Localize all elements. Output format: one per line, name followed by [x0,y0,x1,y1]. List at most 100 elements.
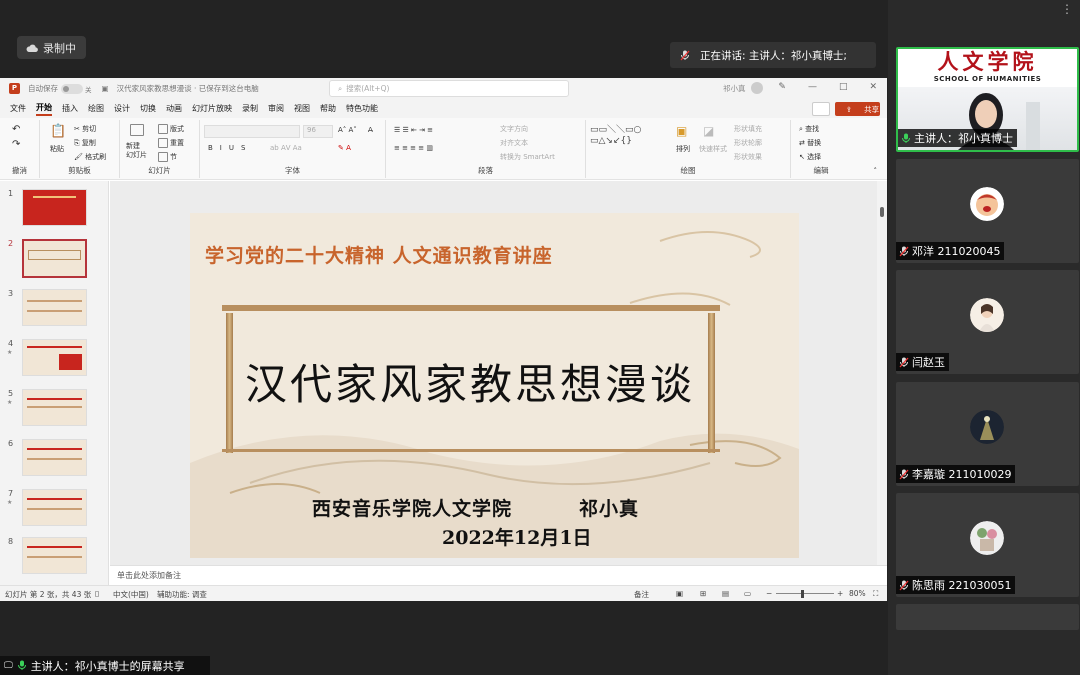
menu-record[interactable]: 录制 [242,103,258,114]
clear-format-icon[interactable]: A̶ [368,126,373,134]
zoom-slider[interactable] [776,593,834,594]
text-direction-button[interactable]: 文字方向 [500,124,528,134]
participant-tile[interactable]: 李嘉璇 211010029 [896,382,1079,486]
fit-slide-icon[interactable]: ⛶ [873,589,878,599]
slide-thumbnail[interactable] [22,537,87,574]
slide-number: 2 [8,239,14,248]
font-color-icon[interactable]: ✎ A [338,144,351,152]
autosave-toggle[interactable] [61,83,83,94]
font-size-select[interactable]: 96 [303,125,333,138]
layout-button[interactable]: 版式 [158,124,184,134]
shape-effect-button[interactable]: 形状效果 [734,152,762,162]
animation-star-icon: ★ [7,399,13,406]
maximize-icon[interactable]: □ [839,82,848,92]
slide-thumbnail-selected[interactable] [22,239,87,278]
menu-draw[interactable]: 绘图 [88,103,104,114]
search-box[interactable]: ⌕ 搜索(Alt+Q) [329,80,569,97]
slide-thumbnail[interactable] [22,489,87,526]
find-button[interactable]: ⌕ 查找 [799,124,819,134]
slide-thumbnail[interactable] [22,189,87,226]
menu-animations[interactable]: 动画 [166,103,182,114]
share-button[interactable]: ⇪ 共享 [835,102,880,116]
slide-thumbnail[interactable] [22,339,87,376]
replace-button[interactable]: ⇄ 替换 [799,138,821,148]
shapes-gallery[interactable]: ▭▭＼＼▭○ ▭△↘↙{} [590,125,641,147]
zoom-out-icon[interactable]: − [766,589,772,598]
participant-tile[interactable]: 陈思雨 221030051 [896,493,1079,597]
shape-fill-button[interactable]: 形状填充 [734,124,762,134]
smartart-button[interactable]: 转换为 SmartArt [500,152,555,162]
arrange-button[interactable]: 排列 [676,144,690,154]
language-status[interactable]: 中文(中国) [113,589,149,600]
participant-name: 李嘉璇 211010029 [912,468,1012,481]
user-account[interactable]: 祁小真 [723,82,763,94]
quick-styles-button[interactable]: 快速样式 [699,144,727,154]
animation-star-icon: ★ [7,349,13,356]
normal-view-icon[interactable]: ▣ [676,589,683,598]
redo-icon[interactable]: ↷ [12,139,20,150]
slideshow-view-icon[interactable]: ▭ [744,589,751,598]
participant-tile[interactable]: 闫赵玉 [896,270,1079,374]
reading-view-icon[interactable]: ▤ [722,589,729,598]
menu-slideshow[interactable]: 幻灯片放映 [192,103,232,114]
new-slide-icon[interactable] [130,124,146,136]
zoom-level[interactable]: 80% [849,589,866,598]
slide-thumbnail[interactable] [22,389,87,426]
menu-view[interactable]: 视图 [294,103,310,114]
cut-button[interactable]: ✂ 剪切 [74,124,96,134]
notes-pane[interactable]: 单击此处添加备注 [110,565,887,585]
zoom-slider-knob[interactable] [801,590,804,598]
more-options-icon[interactable]: ⋮ [1061,2,1073,16]
participant-tile[interactable]: 邓洋 211020045 [896,159,1079,263]
menu-design[interactable]: 设计 [114,103,130,114]
scrollbar-thumb[interactable] [880,207,884,217]
shape-outline-button[interactable]: 形状轮廓 [734,138,762,148]
slide-thumbnail[interactable] [22,289,87,326]
slide-thumbnail[interactable] [22,439,87,476]
quick-save-icon[interactable]: ▣ [102,84,109,93]
undo-icon[interactable]: ↶ [12,124,20,135]
document-title[interactable]: 汉代家风家教思想漫谈 · 已保存到这台电脑 [117,83,259,94]
spacing-icon[interactable]: ab ΑV Aa [270,144,302,152]
menu-help[interactable]: 帮助 [320,103,336,114]
align-text-button[interactable]: 对齐文本 [500,138,528,148]
collapse-ribbon-icon[interactable]: ˄ [874,167,878,175]
zoom-in-icon[interactable]: + [837,589,843,598]
section-button[interactable]: 节 [158,152,177,162]
minimize-icon[interactable]: — [808,82,817,92]
vertical-scrollbar[interactable] [877,181,887,565]
spellcheck-icon[interactable]: ▯ [95,589,99,598]
grow-font-icon[interactable]: A˄ A˅ [338,126,357,134]
accessibility-status[interactable]: 辅助功能: 调查 [157,589,207,600]
participant-name: 邓洋 211020045 [912,245,1001,258]
menu-insert[interactable]: 插入 [62,103,78,114]
menu-review[interactable]: 审阅 [268,103,284,114]
sign-chinese: 人文学院 [937,49,1038,74]
font-name-select[interactable] [204,125,300,138]
menu-file[interactable]: 文件 [10,103,26,114]
bullets-icon[interactable]: ☰ ☰ ⇤ ⇥ ≡ [394,126,433,134]
paste-button[interactable]: 粘贴 [50,144,64,154]
menu-features[interactable]: 特色功能 [346,103,378,114]
notes-toggle[interactable]: 备注 [634,589,649,600]
paste-icon[interactable]: 📋 [50,124,66,139]
format-painter-button[interactable]: 🖌 格式刷 [74,152,106,162]
reset-button[interactable]: 重置 [158,138,184,148]
new-slide-button[interactable]: 新建 幻灯片 [126,142,147,160]
menu-home[interactable]: 开始 [36,102,52,116]
recording-indicator[interactable]: 录制中 [17,36,86,59]
comment-button[interactable] [812,102,830,116]
sorter-view-icon[interactable]: ⊞ [700,589,706,598]
align-icons[interactable]: ≡ ≡ ≡ ≡ ▥ [394,144,433,152]
quick-styles-icon[interactable]: ◪ [703,124,714,138]
participant-tile-presenter[interactable]: 人文学院 SCHOOL OF HUMANITIES 主讲人：祁小真博士 [896,47,1079,152]
pen-icon[interactable]: ✎ [778,82,786,92]
current-slide[interactable]: 学习党的二十大精神 人文通识教育讲座 汉代家风家教思想漫谈 西安音乐学院人文学院… [190,213,799,558]
menu-transitions[interactable]: 切换 [140,103,156,114]
select-button[interactable]: ↖ 选择 [799,152,821,162]
participant-tile[interactable] [896,604,1079,630]
arrange-icon[interactable]: ▣ [676,124,687,138]
copy-button[interactable]: ⎘ 复制 [74,138,96,148]
font-style-icons[interactable]: BIUS [208,144,252,152]
close-icon[interactable]: ✕ [869,82,877,92]
